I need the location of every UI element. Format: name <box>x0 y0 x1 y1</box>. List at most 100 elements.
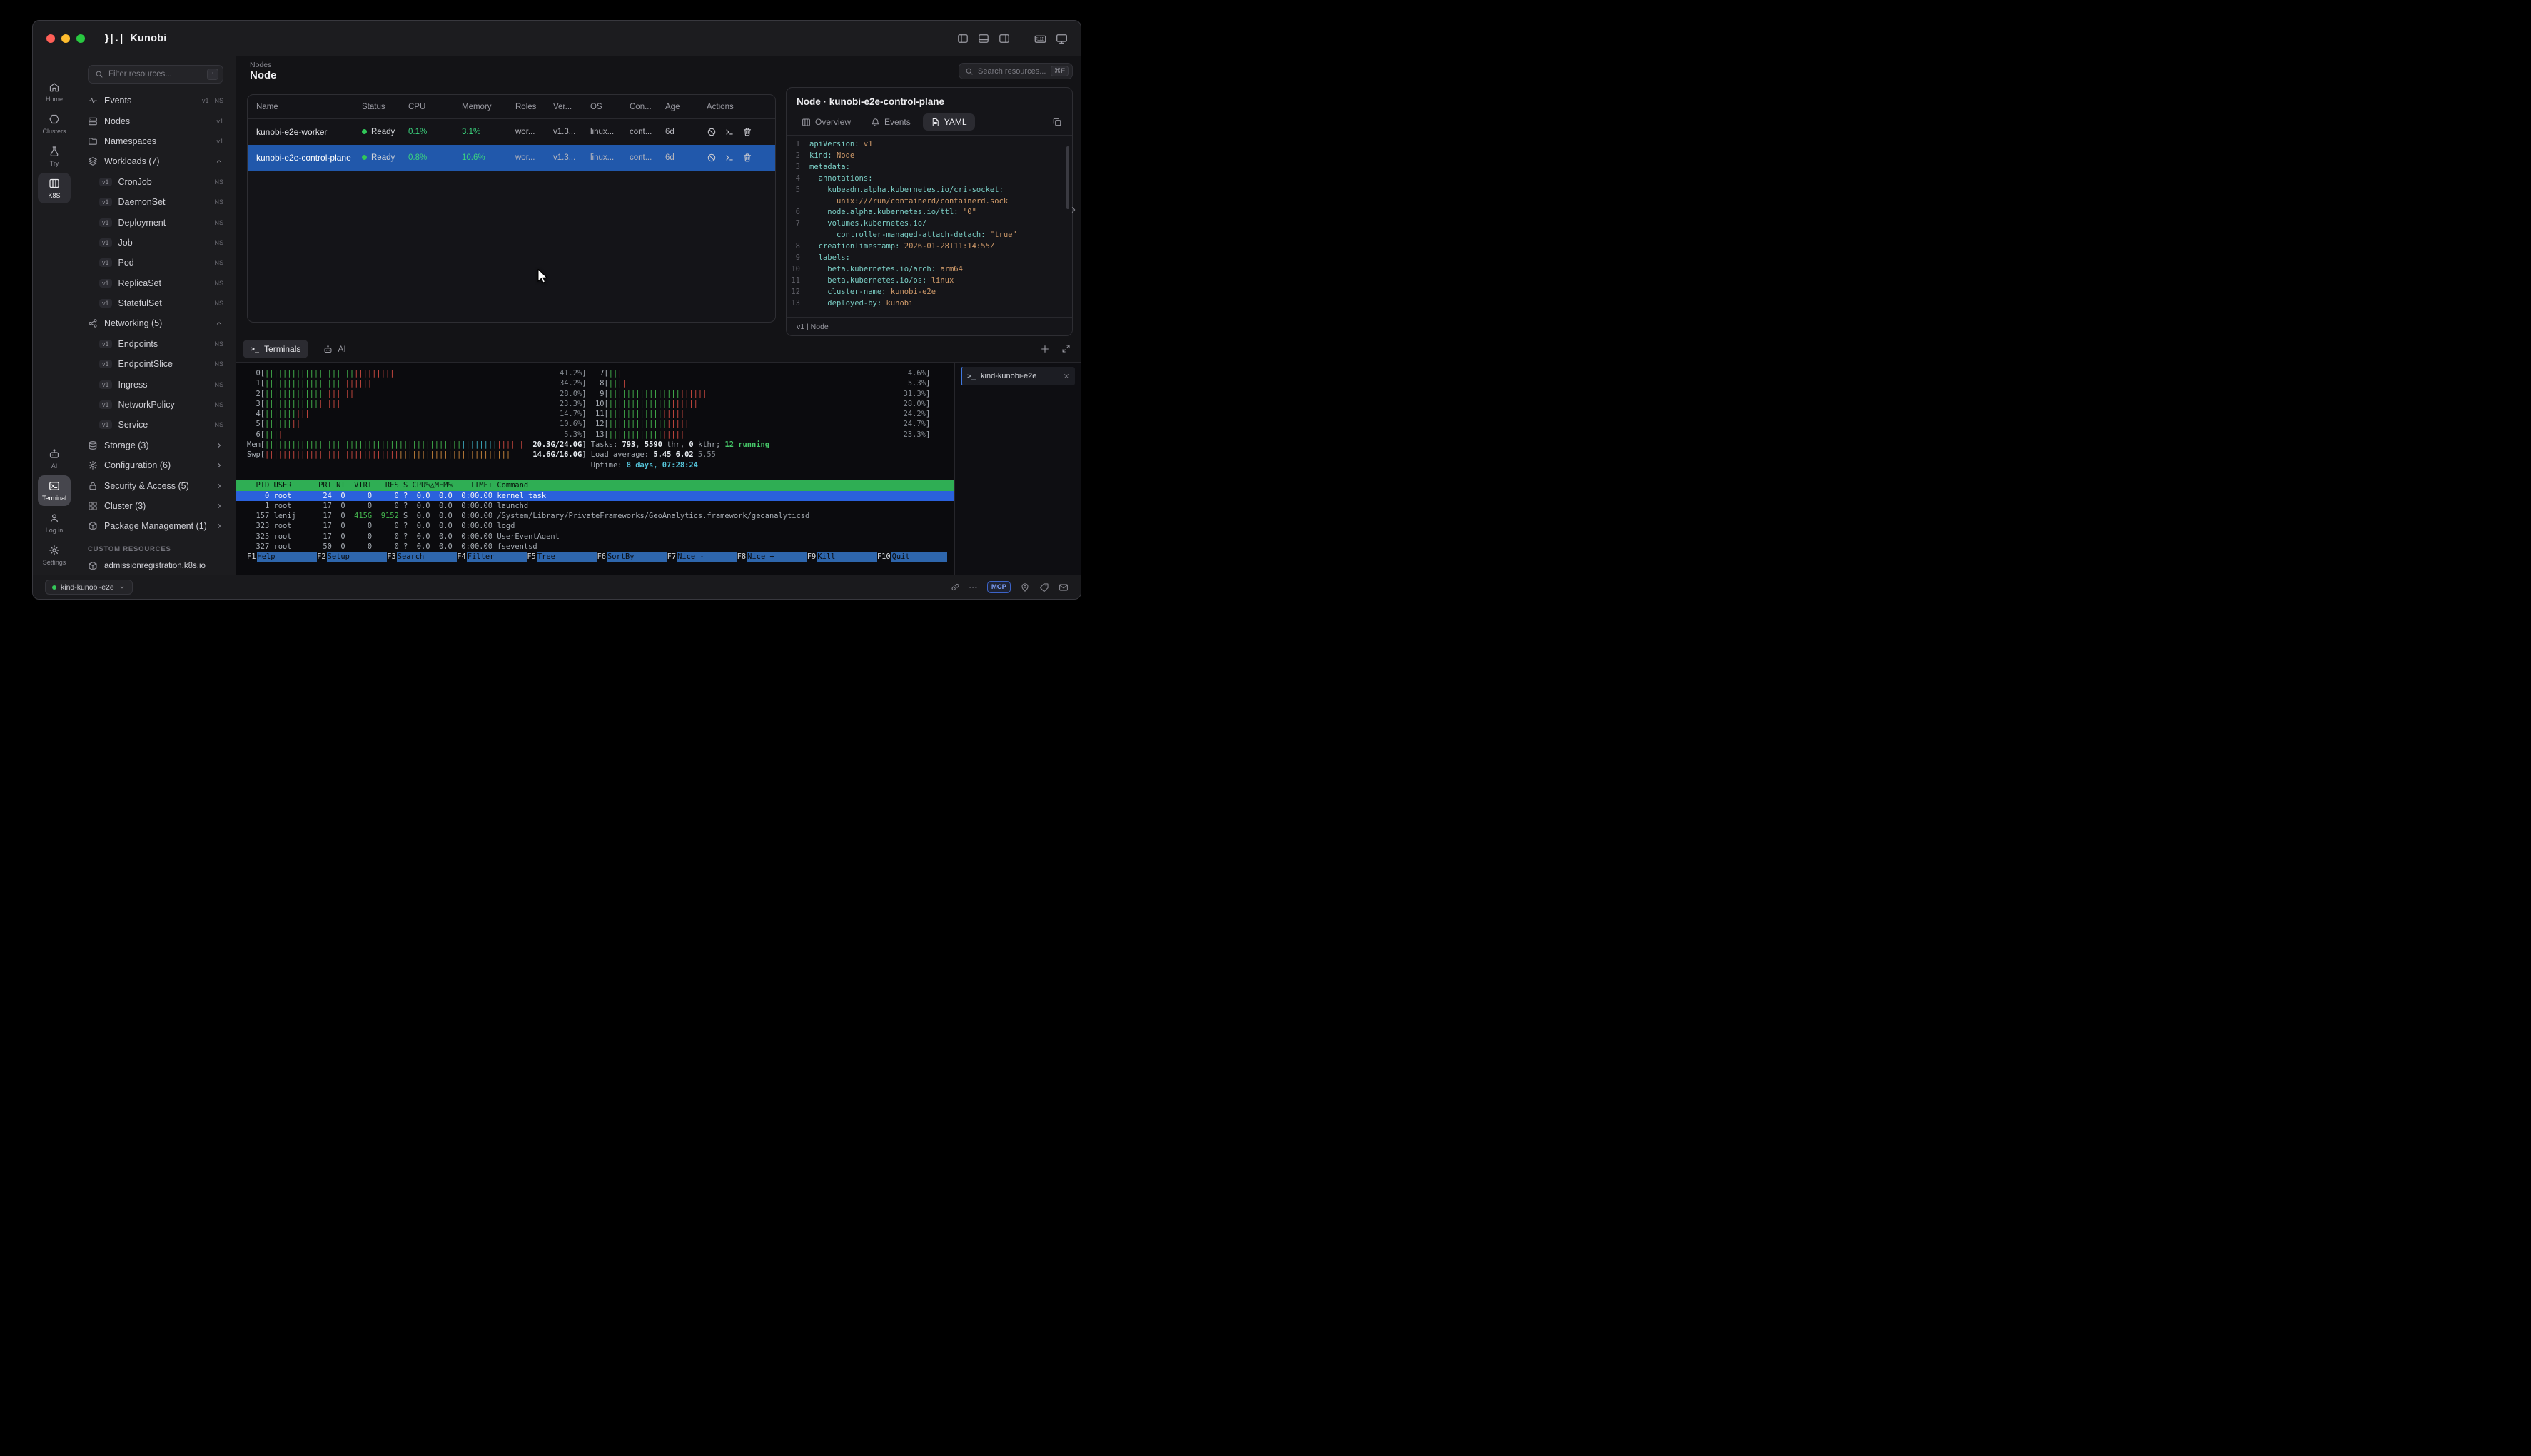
rail-item-ai[interactable]: AI <box>38 443 71 474</box>
tab-yaml[interactable]: YAML <box>923 113 975 131</box>
sidebar-item-events[interactable]: Events v1NS <box>76 91 236 111</box>
rail-item-settings[interactable]: Settings <box>38 540 71 570</box>
function-key[interactable]: F2Setup <box>317 552 387 562</box>
toggle-bottom-panel-icon[interactable] <box>978 33 989 44</box>
sidebar-item-resource[interactable]: v1 NetworkPolicy NS <box>76 395 236 415</box>
sidebar-item-resource[interactable]: v1 Pod NS <box>76 253 236 273</box>
function-key[interactable]: F5Tree <box>527 552 597 562</box>
tab-events[interactable]: Events <box>863 113 919 131</box>
close-window-button[interactable] <box>46 34 55 43</box>
sidebar-item-resource[interactable]: v1 Job NS <box>76 233 236 253</box>
delete-icon[interactable] <box>742 127 752 137</box>
minimize-window-button[interactable] <box>61 34 70 43</box>
table-row-worker[interactable]: kunobi-e2e-worker Ready 0.1% 3.1% wor...… <box>248 119 775 145</box>
shell-icon[interactable] <box>724 153 734 163</box>
rail-item-clusters[interactable]: Clusters <box>38 108 71 139</box>
yaml-line: 11 beta.kubernetes.io/os: linux <box>787 275 1072 287</box>
detail-footer: v1 | Node <box>787 317 1072 335</box>
filter-input[interactable] <box>108 70 202 79</box>
sidebar-item-resource[interactable]: v1 DaemonSet NS <box>76 192 236 212</box>
sidebar-group-package-management[interactable]: Package Management (1) <box>76 516 236 536</box>
terminal-output[interactable]: 0[||||||||||||||||||||||||||||| 41.2%] 7… <box>236 363 954 575</box>
table-row-control-plane[interactable]: kunobi-e2e-control-plane Ready 0.8% 10.6… <box>248 145 775 171</box>
sidebar-item-nodes[interactable]: Nodes v1 <box>76 111 236 131</box>
expand-icon[interactable] <box>1061 344 1071 353</box>
search-input[interactable] <box>978 67 1046 76</box>
rail-item-home[interactable]: Home <box>38 76 71 107</box>
tab-overview[interactable]: Overview <box>794 113 859 131</box>
toggle-right-panel-icon[interactable] <box>999 33 1010 44</box>
terminal-session-tab[interactable]: >_ kind-kunobi-e2e <box>961 367 1075 385</box>
status-badge: Ready <box>362 153 395 162</box>
column-header-age[interactable]: Age <box>657 103 698 111</box>
close-icon[interactable] <box>1063 373 1070 380</box>
cluster-selector[interactable]: kind-kunobi-e2e <box>45 580 133 595</box>
mail-icon[interactable] <box>1059 582 1069 592</box>
sidebar-group-storage[interactable]: Storage (3) <box>76 435 236 455</box>
column-header-memory[interactable]: Memory <box>453 103 507 111</box>
sidebar-item-admissionregistration[interactable]: admissionregistration.k8s.io <box>76 556 236 575</box>
sidebar-item-resource[interactable]: v1 Service NS <box>76 415 236 435</box>
toggle-left-panel-icon[interactable] <box>957 33 969 44</box>
sidebar-item-resource[interactable]: v1 StatefulSet NS <box>76 293 236 313</box>
panel-collapse-handle[interactable] <box>1069 205 1078 215</box>
sidebar-group-configuration[interactable]: Configuration (6) <box>76 455 236 475</box>
yaml-line: 5 kubeadm.alpha.kubernetes.io/cri-socket… <box>787 185 1072 196</box>
keyboard-shortcuts-icon[interactable] <box>1034 33 1046 45</box>
shell-icon[interactable] <box>724 127 734 137</box>
sidebar-item-resource[interactable]: v1 Deployment NS <box>76 212 236 232</box>
function-key[interactable]: F8Nice + <box>737 552 807 562</box>
sidebar-group-cluster[interactable]: Cluster (3) <box>76 496 236 516</box>
yaml-viewer[interactable]: 1 apiVersion: v1 2 kind: Node 3 metadata… <box>787 136 1072 314</box>
traffic-lights <box>33 34 85 43</box>
link-icon[interactable] <box>951 582 960 592</box>
zoom-window-button[interactable] <box>76 34 85 43</box>
rail-item-k8s[interactable]: K8S <box>38 173 71 203</box>
column-header-roles[interactable]: Roles <box>507 103 545 111</box>
sidebar-item-resource[interactable]: v1 Endpoints NS <box>76 334 236 354</box>
copy-yaml-button[interactable] <box>1052 117 1065 127</box>
new-terminal-icon[interactable] <box>1040 344 1050 354</box>
column-header-version[interactable]: Ver... <box>545 103 582 111</box>
age-value: 6d <box>657 128 698 136</box>
pin-icon[interactable] <box>1020 582 1030 592</box>
function-key[interactable]: F7Nice - <box>667 552 737 562</box>
rail-item-terminal[interactable]: Terminal <box>38 475 71 506</box>
sidebar-item-resource[interactable]: v1 Ingress NS <box>76 374 236 394</box>
cordon-icon[interactable] <box>707 127 717 137</box>
sidebar-item-resource[interactable]: v1 ReplicaSet NS <box>76 273 236 293</box>
cordon-icon[interactable] <box>707 153 717 163</box>
chevron-up-icon <box>215 319 223 328</box>
function-key[interactable]: F6SortBy <box>597 552 667 562</box>
display-icon[interactable] <box>1056 33 1068 45</box>
delete-icon[interactable] <box>742 153 752 163</box>
terminal-line <box>236 470 954 480</box>
sidebar-item-namespaces[interactable]: Namespaces v1 <box>76 131 236 151</box>
column-header-runtime[interactable]: Con... <box>621 103 657 111</box>
tab-terminals[interactable]: >_Terminals <box>243 340 308 358</box>
mcp-badge[interactable]: MCP <box>987 581 1011 593</box>
terminal-line: PID USER PRI NI VIRT RES S CPU%△MEM% TIM… <box>236 480 954 490</box>
sidebar-group-workloads[interactable]: Workloads (7) <box>76 151 236 171</box>
function-key[interactable]: F4Filter <box>457 552 527 562</box>
function-key[interactable]: F9Kill <box>807 552 877 562</box>
function-key[interactable]: F1Help <box>247 552 317 562</box>
sidebar-group-security[interactable]: Security & Access (5) <box>76 475 236 495</box>
sidebar-item-resource[interactable]: v1 EndpointSlice NS <box>76 354 236 374</box>
column-header-os[interactable]: OS <box>582 103 621 111</box>
sidebar-group-networking[interactable]: Networking (5) <box>76 313 236 333</box>
yaml-scrollbar-thumb[interactable] <box>1066 146 1069 209</box>
rail-item-login[interactable]: Log in <box>38 507 71 538</box>
tab-ai[interactable]: AI <box>315 340 353 358</box>
function-key[interactable]: F10Quit <box>877 552 947 562</box>
server-icon <box>88 116 98 126</box>
rail-item-try[interactable]: Try <box>38 141 71 171</box>
column-header-name[interactable]: Name <box>248 103 353 111</box>
column-header-status[interactable]: Status <box>353 103 400 111</box>
tag-icon[interactable] <box>1039 582 1049 592</box>
gear-icon <box>88 460 98 470</box>
sidebar-item-resource[interactable]: v1 CronJob NS <box>76 172 236 192</box>
column-header-cpu[interactable]: CPU <box>400 103 453 111</box>
function-key[interactable]: F3Search <box>387 552 457 562</box>
terminal-line: 1 root 17 0 0 0 ? 0.0 0.0 0:00.00 launch… <box>236 501 954 511</box>
